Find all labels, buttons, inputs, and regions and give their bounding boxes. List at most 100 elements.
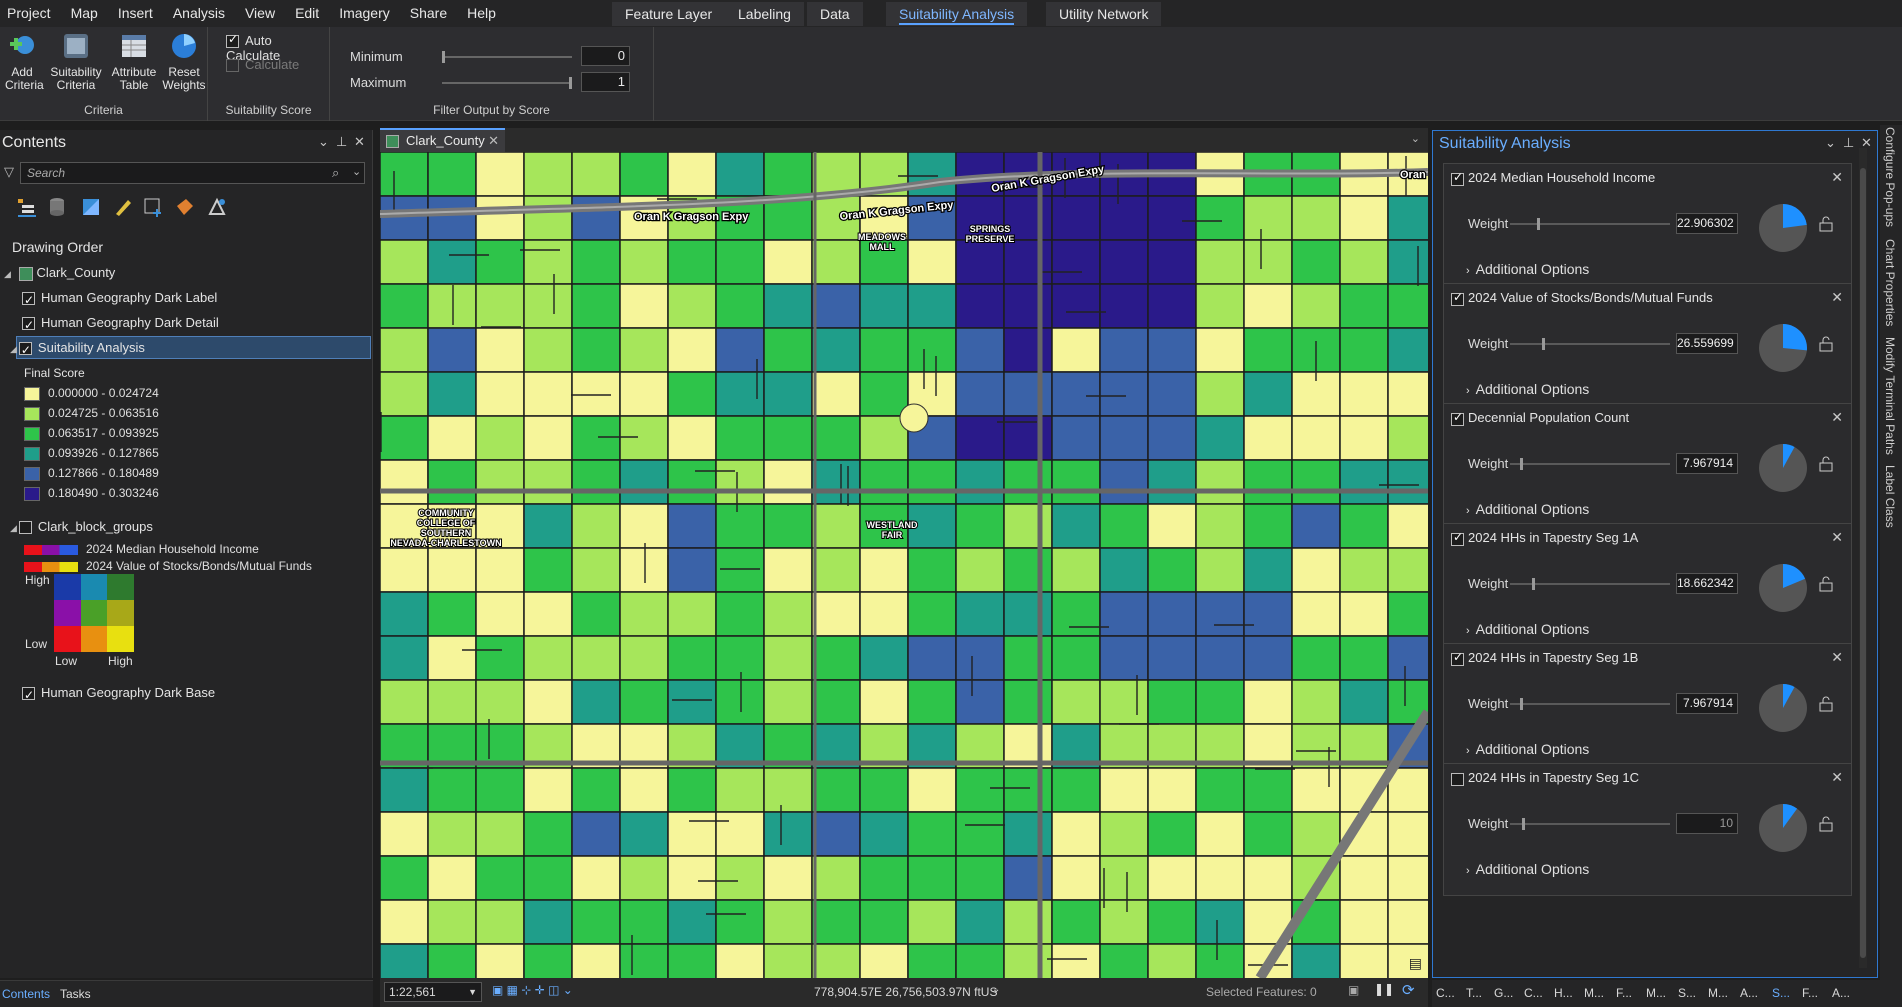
layer-label-checkbox[interactable] — [22, 289, 35, 311]
weight-slider[interactable] — [1510, 218, 1670, 230]
layer-block-groups[interactable]: ◢ Clark_block_groups — [10, 516, 153, 538]
list-by-snapping-icon[interactable] — [142, 196, 164, 218]
minimum-slider[interactable] — [442, 51, 572, 63]
remove-criterion-icon[interactable]: ✕ — [1831, 649, 1843, 666]
weight-slider[interactable] — [1510, 698, 1670, 710]
tab-suitability-analysis[interactable]: Suitability Analysis — [886, 2, 1028, 26]
pane-menu-icon[interactable]: ⌄ — [318, 134, 329, 150]
search-input[interactable]: Search — [20, 162, 365, 184]
weight-slider-thumb[interactable] — [1519, 698, 1523, 710]
menu-help[interactable]: Help — [457, 0, 506, 27]
refresh-icon[interactable]: ⟳ — [1402, 981, 1415, 999]
menu-analysis[interactable]: Analysis — [163, 0, 235, 27]
weight-slider[interactable] — [1510, 818, 1670, 830]
suitability-criteria-button[interactable]: Suitability Criteria — [48, 31, 104, 92]
tab-configure-popups[interactable]: Configure Pop-ups — [1883, 127, 1897, 227]
search-dropdown-icon[interactable]: ⌄ — [352, 165, 361, 178]
weight-input[interactable]: 7.967914 — [1676, 453, 1738, 474]
unlock-icon[interactable] — [1819, 816, 1833, 832]
layer-suitability-checkbox[interactable] — [18, 339, 32, 361]
list-by-selection-icon[interactable] — [80, 196, 102, 218]
bottom-tab[interactable]: S... — [1678, 986, 1696, 1000]
unlock-icon[interactable] — [1819, 216, 1833, 232]
tab-utility-network[interactable]: Utility Network — [1046, 2, 1162, 26]
clear-selection-icon[interactable]: ▣ — [1348, 983, 1359, 997]
reset-weights-button[interactable]: Reset Weights — [162, 31, 206, 92]
bottom-tab[interactable]: H... — [1554, 986, 1573, 1000]
map-view[interactable]: Oran K Gragson Expy Oran K Gragson Expy … — [380, 152, 1428, 978]
additional-options-toggle[interactable]: › Additional Options — [1466, 381, 1589, 397]
auto-calculate-check[interactable] — [226, 32, 239, 49]
tab-modify-terminal-paths[interactable]: Modify Terminal Paths — [1883, 337, 1897, 455]
menu-view[interactable]: View — [235, 0, 285, 27]
minimum-input[interactable]: 0 — [581, 46, 630, 66]
layer-detail[interactable]: Human Geography Dark Detail — [22, 312, 219, 336]
layer-label[interactable]: Human Geography Dark Label — [22, 287, 217, 311]
collapse-arrow-icon[interactable]: ◢ — [4, 269, 11, 279]
list-by-perspective-imagery-icon[interactable] — [206, 196, 228, 218]
tab-data[interactable]: Data — [807, 2, 863, 26]
weight-input[interactable]: 26.559699 — [1676, 333, 1738, 354]
unlock-icon[interactable] — [1819, 576, 1833, 592]
additional-options-toggle[interactable]: › Additional Options — [1466, 501, 1589, 517]
pin-icon[interactable]: ⊥ — [1843, 135, 1854, 151]
list-by-drawing-order-icon[interactable] — [16, 196, 38, 218]
remove-criterion-icon[interactable]: ✕ — [1831, 409, 1843, 426]
bottom-tab[interactable]: G... — [1494, 986, 1513, 1000]
weight-slider-thumb[interactable] — [1519, 458, 1523, 470]
collapse-arrow-icon[interactable]: ◢ — [10, 344, 17, 354]
maximum-slider-thumb[interactable] — [569, 77, 572, 89]
additional-options-toggle[interactable]: › Additional Options — [1466, 861, 1589, 877]
map-tab[interactable]: Clark_County ✕ — [380, 128, 505, 152]
weight-slider[interactable] — [1510, 578, 1670, 590]
tab-feature-layer[interactable]: Feature Layer — [612, 2, 726, 26]
additional-options-toggle[interactable]: › Additional Options — [1466, 261, 1589, 277]
weight-input[interactable]: 10 — [1676, 813, 1738, 834]
menu-share[interactable]: Share — [400, 0, 457, 27]
criterion-checkbox[interactable] — [1451, 410, 1464, 426]
chevron-down-icon[interactable]: ▼ — [468, 983, 477, 1001]
remove-criterion-icon[interactable]: ✕ — [1831, 529, 1843, 546]
scrollbar-thumb[interactable] — [1860, 168, 1866, 958]
pause-icon[interactable]: ❚❚ — [1374, 982, 1394, 996]
weight-slider-thumb[interactable] — [1522, 818, 1525, 830]
bottom-tab[interactable]: M... — [1646, 986, 1666, 1000]
bottom-tab[interactable]: C... — [1436, 986, 1455, 1000]
menu-edit[interactable]: Edit — [285, 0, 329, 27]
weight-slider[interactable] — [1510, 338, 1670, 350]
list-by-data-source-icon[interactable] — [46, 196, 68, 218]
map-tools-icons[interactable]: ▣ ▦ ⊹ ✛ ◫ ⌄ — [492, 983, 573, 997]
bottom-tab[interactable]: F... — [1802, 986, 1818, 1000]
close-icon[interactable]: ✕ — [488, 130, 499, 152]
tab-dropdown-icon[interactable]: ⌄ — [1411, 132, 1420, 145]
layer-detail-checkbox[interactable] — [22, 314, 35, 336]
criterion-checkbox[interactable] — [1451, 650, 1464, 666]
weight-input[interactable]: 22.906302 — [1676, 213, 1738, 234]
bottom-tab-active[interactable]: S... — [1772, 986, 1790, 1000]
additional-options-toggle[interactable]: › Additional Options — [1466, 621, 1589, 637]
collapse-arrow-icon[interactable]: ◢ — [10, 523, 17, 533]
calculate-button[interactable]: Calculate — [226, 57, 299, 73]
filter-icon[interactable]: ▽ — [4, 164, 14, 180]
bottom-tab[interactable]: F... — [1616, 986, 1632, 1000]
tab-label-class[interactable]: Label Class — [1883, 465, 1897, 528]
criterion-checkbox[interactable] — [1451, 773, 1464, 786]
bottom-tab[interactable]: C... — [1524, 986, 1543, 1000]
criterion-checkbox[interactable] — [1451, 170, 1464, 186]
criterion-checkbox[interactable] — [1451, 530, 1464, 546]
list-by-labeling-icon[interactable] — [174, 196, 196, 218]
chevron-down-icon[interactable]: ⌄ — [992, 984, 1000, 995]
tab-contents[interactable]: Contents — [2, 987, 50, 1001]
suitability-scrollbar[interactable] — [1859, 148, 1867, 968]
scale-input[interactable]: 1:22,561 ▼ — [384, 982, 482, 1002]
attribute-table-button[interactable]: Attribute Table — [108, 31, 160, 92]
unlock-icon[interactable] — [1819, 456, 1833, 472]
weight-slider-thumb[interactable] — [1532, 578, 1536, 590]
map-canvas[interactable]: Oran K Gragson Expy Oran K Gragson Expy … — [380, 152, 1428, 978]
weight-slider-thumb[interactable] — [1541, 338, 1545, 350]
unlock-icon[interactable] — [1819, 336, 1833, 352]
criterion-checkbox[interactable] — [1451, 290, 1464, 306]
bottom-tab[interactable]: A... — [1832, 986, 1850, 1000]
bottom-tab[interactable]: M... — [1584, 986, 1604, 1000]
weight-slider[interactable] — [1510, 458, 1670, 470]
